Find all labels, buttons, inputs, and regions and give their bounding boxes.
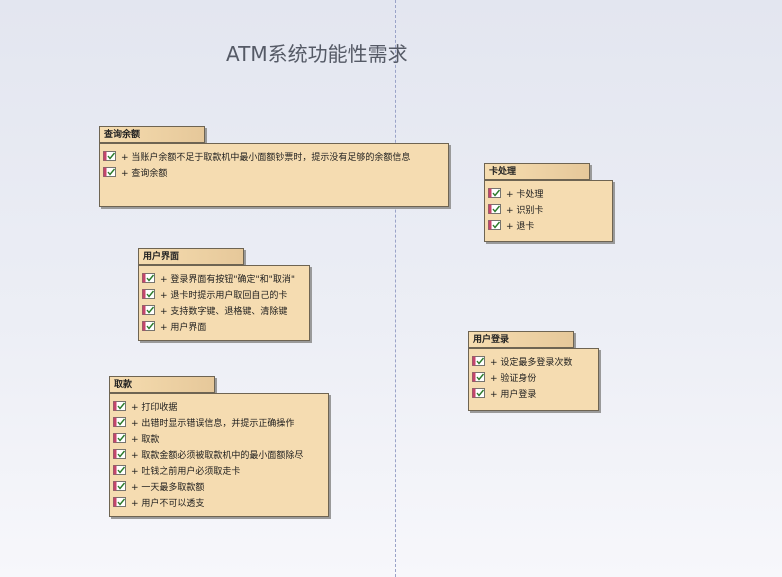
requirement-label: + 出错时显示错误信息，并提示正确操作 xyxy=(131,418,295,429)
requirement-item[interactable]: + 支持数字键、退格键、清除键 xyxy=(139,302,309,318)
requirement-check-icon xyxy=(472,356,485,366)
requirement-check-icon xyxy=(103,167,116,177)
requirement-label: + 验证身份 xyxy=(490,373,537,384)
requirement-check-icon xyxy=(113,433,126,443)
requirement-item[interactable]: + 识别卡 xyxy=(485,201,612,217)
requirement-item[interactable]: + 用户界面 xyxy=(139,318,309,334)
requirement-item[interactable]: + 设定最多登录次数 xyxy=(469,353,598,369)
requirement-check-icon xyxy=(113,465,126,475)
requirement-label: + 退卡时提示用户取回自己的卡 xyxy=(160,290,288,301)
requirement-check-icon xyxy=(488,220,501,230)
package-tab-label: 用户登录 xyxy=(468,331,574,348)
requirement-label: + 登录界面有按钮"确定"和"取消" xyxy=(160,274,295,285)
requirement-check-icon xyxy=(113,497,126,507)
package-body: + 当账户余额不足于取款机中最小面额钞票时，提示没有足够的余额信息 + 查询余额 xyxy=(99,143,449,207)
package-tab-label: 卡处理 xyxy=(484,163,590,180)
requirement-check-icon xyxy=(113,449,126,459)
requirement-check-icon xyxy=(488,204,501,214)
package-card-processing[interactable]: 卡处理 + 卡处理 + 识别卡 + 退卡 xyxy=(484,163,615,244)
requirement-item[interactable]: + 退卡 xyxy=(485,217,612,233)
requirement-label: + 取款金额必须被取款机中的最小面额除尽 xyxy=(131,450,304,461)
requirement-label: + 识别卡 xyxy=(506,205,544,216)
requirement-item[interactable]: + 打印收据 xyxy=(110,398,328,414)
requirement-label: + 一天最多取款额 xyxy=(131,482,205,493)
requirement-item[interactable]: + 一天最多取款额 xyxy=(110,478,328,494)
package-user-login[interactable]: 用户登录 + 设定最多登录次数 + 验证身份 + 用户登录 xyxy=(468,331,600,412)
requirement-item[interactable]: + 当账户余额不足于取款机中最小面额钞票时，提示没有足够的余额信息 xyxy=(100,148,448,164)
requirement-item[interactable]: + 退卡时提示用户取回自己的卡 xyxy=(139,286,309,302)
requirement-check-icon xyxy=(103,151,116,161)
package-body: + 打印收据 + 出错时显示错误信息，并提示正确操作 + 取款 + 取款金额必须… xyxy=(109,393,329,517)
requirement-check-icon xyxy=(142,305,155,315)
requirement-item[interactable]: + 用户登录 xyxy=(469,385,598,401)
package-body: + 登录界面有按钮"确定"和"取消" + 退卡时提示用户取回自己的卡 + 支持数… xyxy=(138,265,310,341)
requirement-item[interactable]: + 取款 xyxy=(110,430,328,446)
requirement-label: + 用户界面 xyxy=(160,322,207,333)
diagram-title: ATM系统功能性需求 xyxy=(226,42,408,66)
requirement-check-icon xyxy=(472,388,485,398)
requirement-label: + 用户不可以透支 xyxy=(131,498,205,509)
requirement-check-icon xyxy=(472,372,485,382)
page-divider xyxy=(395,0,396,577)
package-user-interface[interactable]: 用户界面 + 登录界面有按钮"确定"和"取消" + 退卡时提示用户取回自己的卡 … xyxy=(138,248,311,342)
package-tab-label: 查询余额 xyxy=(99,126,205,143)
requirement-check-icon xyxy=(113,401,126,411)
requirement-item[interactable]: + 吐钱之前用户必须取走卡 xyxy=(110,462,328,478)
package-tab-label: 取款 xyxy=(109,376,215,393)
package-body: + 卡处理 + 识别卡 + 退卡 xyxy=(484,180,613,242)
requirement-check-icon xyxy=(142,273,155,283)
requirement-check-icon xyxy=(488,188,501,198)
requirement-item[interactable]: + 取款金额必须被取款机中的最小面额除尽 xyxy=(110,446,328,462)
requirement-item[interactable]: + 用户不可以透支 xyxy=(110,494,328,510)
requirement-item[interactable]: + 登录界面有按钮"确定"和"取消" xyxy=(139,270,309,286)
requirement-label: + 退卡 xyxy=(506,221,535,232)
requirement-label: + 吐钱之前用户必须取走卡 xyxy=(131,466,241,477)
requirement-item[interactable]: + 查询余额 xyxy=(100,164,448,180)
requirement-label: + 用户登录 xyxy=(490,389,537,400)
requirement-item[interactable]: + 卡处理 xyxy=(485,185,612,201)
package-body: + 设定最多登录次数 + 验证身份 + 用户登录 xyxy=(468,348,599,411)
requirement-item[interactable]: + 验证身份 xyxy=(469,369,598,385)
requirement-label: + 设定最多登录次数 xyxy=(490,357,573,368)
package-withdrawal[interactable]: 取款 + 打印收据 + 出错时显示错误信息，并提示正确操作 + 取款 + 取款金… xyxy=(109,376,330,518)
package-balance-query[interactable]: 查询余额 + 当账户余额不足于取款机中最小面额钞票时，提示没有足够的余额信息 +… xyxy=(99,126,451,209)
requirement-label: + 取款 xyxy=(131,434,160,445)
requirement-label: + 当账户余额不足于取款机中最小面额钞票时，提示没有足够的余额信息 xyxy=(121,152,411,163)
requirement-label: + 打印收据 xyxy=(131,402,178,413)
requirement-label: + 卡处理 xyxy=(506,189,544,200)
requirement-label: + 查询余额 xyxy=(121,168,168,179)
requirement-item[interactable]: + 出错时显示错误信息，并提示正确操作 xyxy=(110,414,328,430)
requirement-check-icon xyxy=(142,321,155,331)
requirement-check-icon xyxy=(142,289,155,299)
package-tab-label: 用户界面 xyxy=(138,248,244,265)
requirement-label: + 支持数字键、退格键、清除键 xyxy=(160,306,288,317)
requirement-check-icon xyxy=(113,417,126,427)
requirement-check-icon xyxy=(113,481,126,491)
